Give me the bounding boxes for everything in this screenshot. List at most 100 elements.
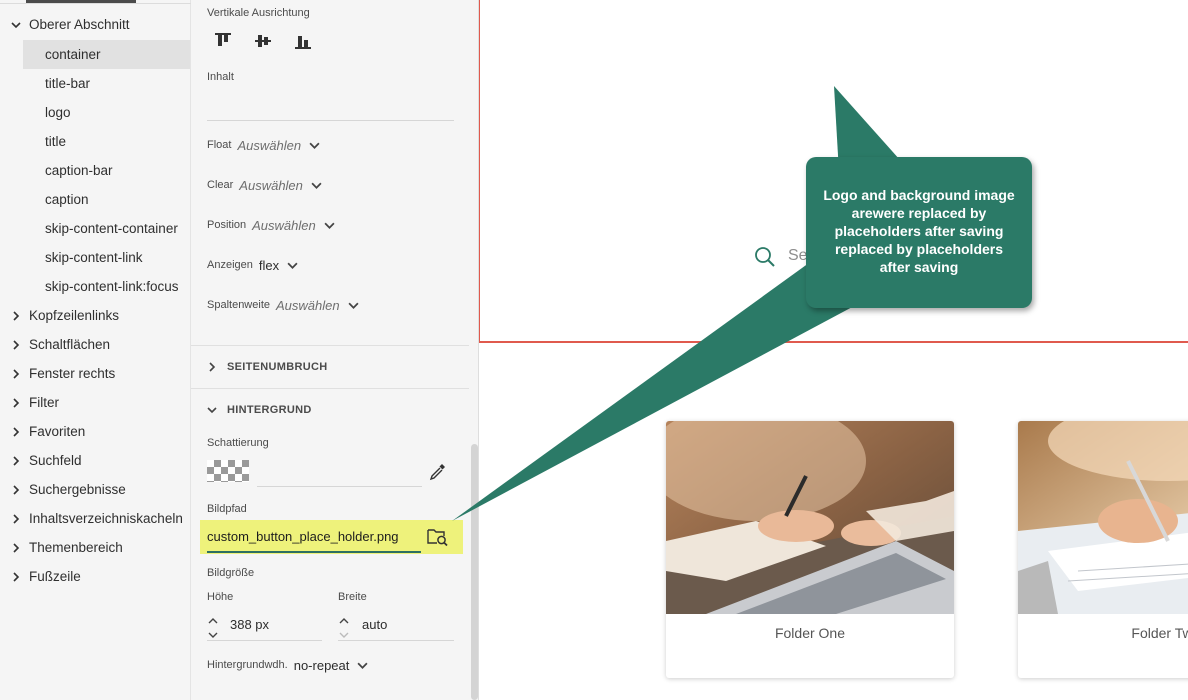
tree-item-caption-bar[interactable]: caption-bar — [0, 156, 191, 185]
position-label: Position — [207, 219, 247, 231]
chevron-down-icon[interactable] — [287, 259, 299, 271]
tree-section-label: Themenbereich — [29, 540, 123, 555]
tree-section-kopfzeilenlinks[interactable]: Kopfzeilenlinks — [0, 301, 191, 330]
tree-section-label: Filter — [29, 395, 59, 410]
image-path-underline — [207, 551, 421, 553]
folder-card[interactable]: Folder One — [666, 421, 954, 678]
tree-item-logo[interactable]: logo — [0, 98, 191, 127]
section-label: HINTERGRUND — [227, 404, 312, 416]
folder-card[interactable]: Folder Tw — [1018, 421, 1188, 678]
tree-section-fusszeile[interactable]: Fußzeile — [0, 562, 191, 591]
tree-section-label: Suchergebnisse — [29, 482, 126, 497]
display-select[interactable]: Anzeigen flex — [207, 255, 299, 275]
section-page-break[interactable]: SEITENUMBRUCH — [207, 357, 327, 377]
chevron-down-icon[interactable] — [311, 179, 323, 191]
increment-icon[interactable] — [339, 612, 351, 624]
tree-item-skip-content-link-focus[interactable]: skip-content-link:focus — [0, 272, 191, 301]
tree-section-themenbereich[interactable]: Themenbereich — [0, 533, 191, 562]
image-path-input[interactable]: custom_button_place_holder.png — [207, 529, 399, 544]
chevron-right-icon[interactable] — [9, 483, 23, 497]
position-select[interactable]: Position Auswählen — [207, 215, 336, 235]
align-middle-icon[interactable] — [253, 31, 273, 51]
width-label: Breite — [338, 591, 367, 603]
shading-input-underline — [257, 486, 422, 487]
tree-item-title[interactable]: title — [0, 127, 191, 156]
tree-item-label: logo — [45, 105, 71, 120]
tree-item-label: skip-content-link — [45, 250, 143, 265]
tree-section-inhaltsverzeichniskacheln[interactable]: Inhaltsverzeichniskacheln — [0, 504, 191, 533]
chevron-right-icon[interactable] — [9, 367, 23, 381]
decrement-icon[interactable] — [208, 626, 220, 638]
chevron-right-icon[interactable] — [9, 570, 23, 584]
increment-icon[interactable] — [208, 612, 220, 624]
tree-section-favoriten[interactable]: Favoriten — [0, 417, 191, 446]
chevron-right-icon[interactable] — [9, 309, 23, 323]
chevron-right-icon[interactable] — [9, 454, 23, 468]
column-width-select[interactable]: Spaltenweite Auswählen — [207, 295, 360, 315]
tree-item-skip-content-link[interactable]: skip-content-link — [0, 243, 191, 272]
tree-section-label: Oberer Abschnitt — [29, 17, 130, 32]
chevron-right-icon[interactable] — [9, 396, 23, 410]
tree-item-caption[interactable]: caption — [0, 185, 191, 214]
preview-pane: Sea Folder One Folder Tw — [479, 0, 1188, 700]
height-label: Höhe — [207, 591, 234, 603]
browse-folder-icon[interactable] — [427, 527, 449, 547]
chevron-right-icon[interactable] — [9, 425, 23, 439]
chevron-down-icon[interactable] — [357, 659, 369, 671]
image-size-label: Bildgröße — [207, 567, 255, 579]
tree-item-skip-content-container[interactable]: skip-content-container — [0, 214, 191, 243]
section-background[interactable]: HINTERGRUND — [207, 400, 312, 420]
tree-section-suchergebnisse[interactable]: Suchergebnisse — [0, 475, 191, 504]
align-bottom-icon[interactable] — [293, 31, 313, 51]
chevron-down-icon[interactable] — [9, 18, 23, 32]
folder-card-title[interactable]: Folder Tw — [1018, 625, 1188, 641]
height-input[interactable]: 388 px — [230, 617, 269, 632]
float-value: Auswählen — [237, 137, 302, 153]
width-input[interactable]: auto — [362, 617, 387, 632]
tree-item-label: skip-content-container — [45, 221, 178, 236]
chevron-down-icon[interactable] — [324, 219, 336, 231]
width-stepper[interactable] — [339, 612, 351, 638]
tree-section-label: Fußzeile — [29, 569, 81, 584]
chevron-down-icon[interactable] — [348, 299, 360, 311]
tree-item-label: title — [45, 134, 67, 149]
tree-section-fenster-rechts[interactable]: Fenster rechts — [0, 359, 191, 388]
height-stepper[interactable] — [208, 612, 220, 638]
tree-section-label: Fenster rechts — [29, 366, 116, 381]
tree-section-schaltflaechen[interactable]: Schaltflächen — [0, 330, 191, 359]
background-repeat-value: no-repeat — [293, 657, 350, 673]
eyedropper-icon[interactable] — [428, 461, 448, 481]
content-input-underline — [207, 120, 454, 121]
folder-card-image — [666, 421, 954, 614]
properties-panel: Vertikale Ausrichtung Inhalt Float Auswä… — [191, 0, 479, 700]
display-value: flex — [258, 257, 280, 273]
folder-card-title[interactable]: Folder One — [666, 625, 954, 641]
chevron-down-icon[interactable] — [309, 139, 321, 151]
chevron-right-icon[interactable] — [9, 541, 23, 555]
divider — [191, 345, 469, 346]
align-top-icon[interactable] — [213, 31, 233, 51]
tree-section-suchfeld[interactable]: Suchfeld — [0, 446, 191, 475]
chevron-right-icon[interactable] — [207, 361, 219, 373]
color-swatch[interactable] — [207, 460, 249, 482]
tree-item-label: title-bar — [45, 76, 91, 91]
scrollbar-thumb[interactable] — [471, 444, 478, 700]
tree-section-label: Kopfzeilenlinks — [29, 308, 120, 323]
tree-section-label: Schaltflächen — [29, 337, 111, 352]
width-underline — [338, 640, 454, 641]
float-select[interactable]: Float Auswählen — [207, 135, 321, 155]
chevron-right-icon[interactable] — [9, 338, 23, 352]
float-label: Float — [207, 139, 232, 151]
tree-item-title-bar[interactable]: title-bar — [0, 69, 191, 98]
tree-section-oberer-abschnitt[interactable]: Oberer Abschnitt — [0, 10, 191, 39]
image-path-field[interactable]: custom_button_place_holder.png — [200, 520, 463, 554]
tree-section-filter[interactable]: Filter — [0, 388, 191, 417]
chevron-down-icon[interactable] — [207, 404, 219, 416]
tree-item-container[interactable]: container — [23, 40, 190, 69]
chevron-right-icon[interactable] — [9, 512, 23, 526]
background-repeat-select[interactable]: Hintergrundwdh. no-repeat — [207, 655, 369, 675]
decrement-icon[interactable] — [339, 626, 351, 638]
vertical-alignment-label: Vertikale Ausrichtung — [207, 7, 310, 19]
column-width-label: Spaltenweite — [207, 299, 270, 311]
clear-select[interactable]: Clear Auswählen — [207, 175, 323, 195]
